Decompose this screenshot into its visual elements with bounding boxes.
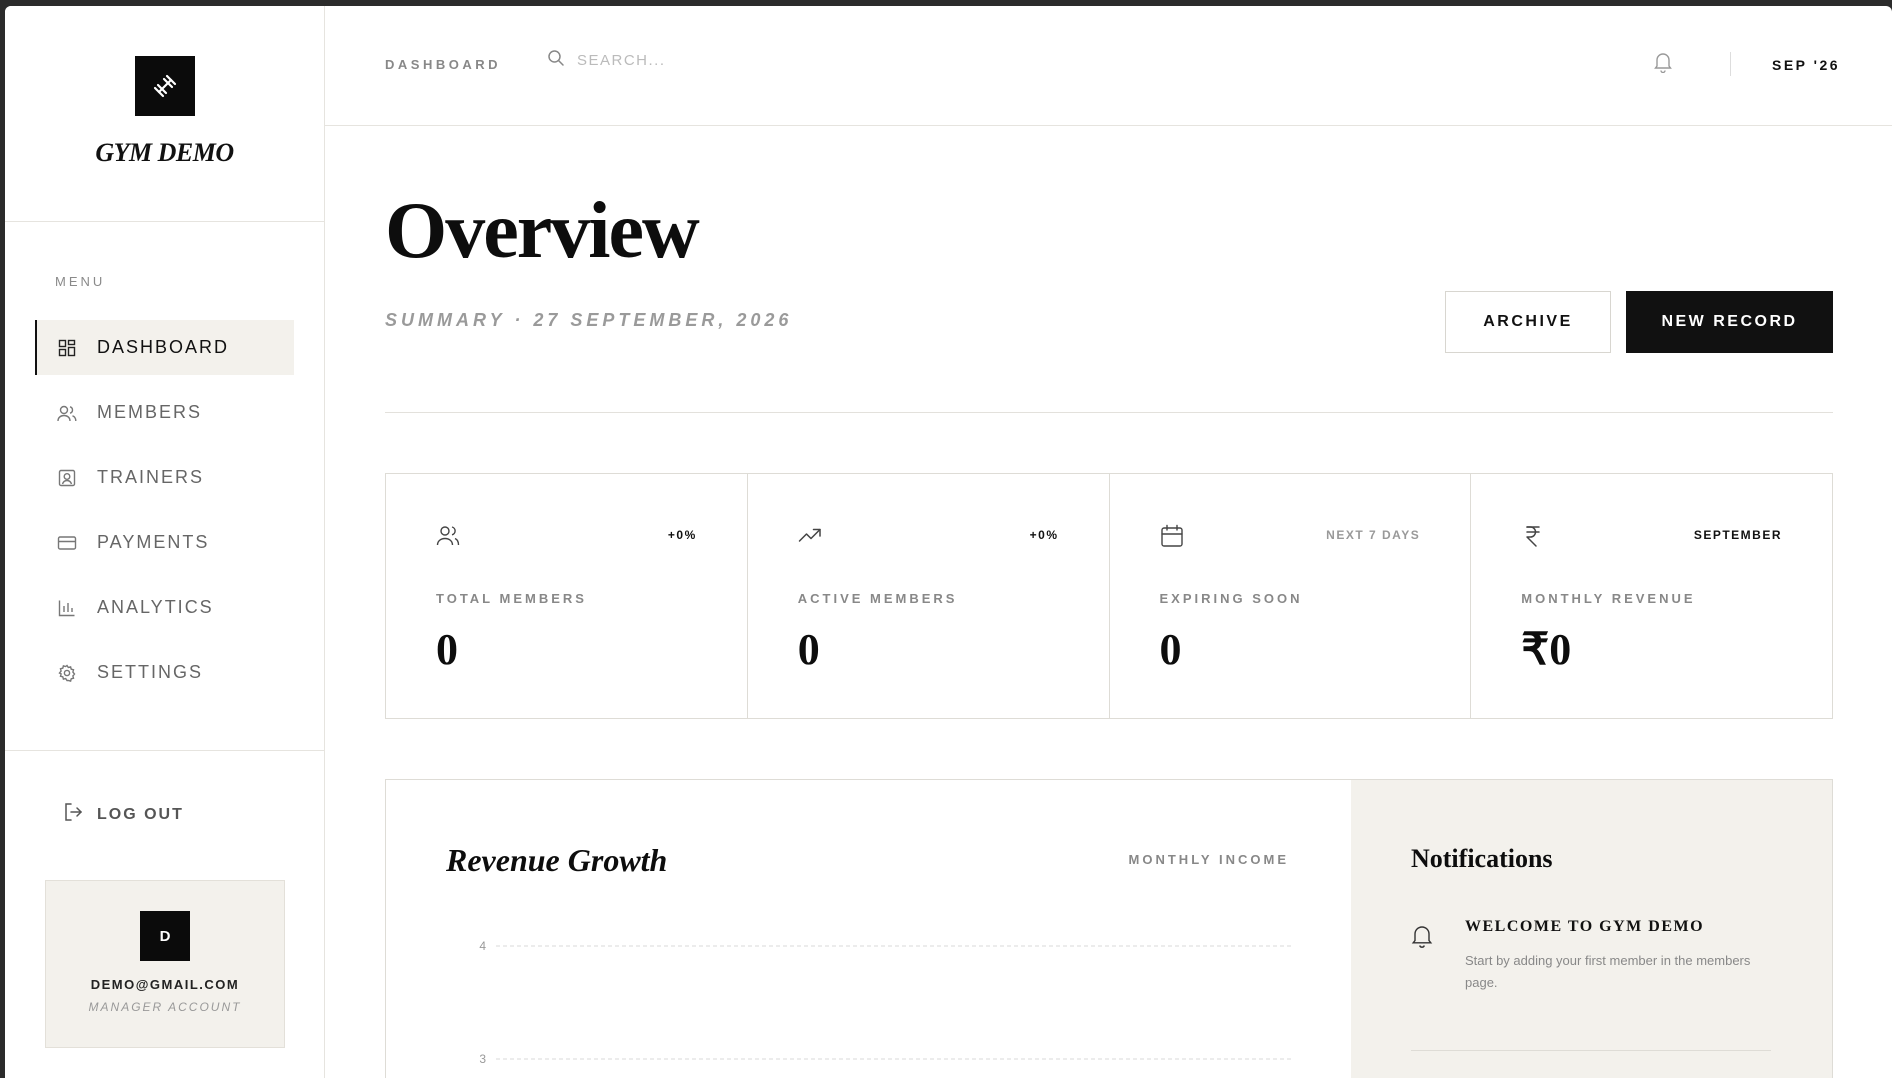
topbar: DASHBOARD SEP '26 xyxy=(325,6,1892,126)
page-title: Overview xyxy=(385,187,700,275)
logout-icon xyxy=(63,802,83,827)
stat-value: 0 xyxy=(436,625,458,674)
logout-label: LOG OUT xyxy=(97,805,184,823)
stat-card-expiring-soon: NEXT 7 DAYS EXPIRING SOON 0 xyxy=(1110,474,1472,718)
sidebar-item-payments[interactable]: PAYMENTS xyxy=(35,515,294,570)
bell-icon xyxy=(1411,924,1433,953)
brand: GYM DEMO xyxy=(5,6,324,222)
brand-name: GYM DEMO xyxy=(95,138,234,167)
chart-subtitle: MONTHLY INCOME xyxy=(1128,852,1289,867)
stat-label: ACTIVE MEMBERS xyxy=(797,591,958,606)
stat-label: TOTAL MEMBERS xyxy=(436,591,587,606)
account-role: MANAGER ACCOUNT xyxy=(88,1000,242,1014)
sidebar-nav: DASHBOARD MEMBERS TRAINERS PAYMENTS ANAL… xyxy=(35,320,294,710)
credit-card-icon xyxy=(57,533,77,553)
chart-title: Revenue Growth xyxy=(446,842,668,878)
sidebar-item-label: TRAINERS xyxy=(97,467,205,487)
users-icon xyxy=(436,524,460,548)
archive-button[interactable]: ARCHIVE xyxy=(1445,291,1611,353)
stat-value: 0 xyxy=(797,625,820,674)
sidebar-item-dashboard[interactable]: DASHBOARD xyxy=(35,320,294,375)
id-badge-icon xyxy=(57,468,77,488)
search-icon xyxy=(547,49,565,72)
chart-canvas: 43 xyxy=(479,939,1291,1066)
stat-badge: +0% xyxy=(1029,528,1059,542)
sidebar-item-label: DASHBOARD xyxy=(97,337,230,357)
sidebar-divider xyxy=(5,750,325,751)
stat-card-monthly-revenue: SEPTEMBER MONTHLY REVENUE ₹0 xyxy=(1471,474,1832,718)
users-icon xyxy=(57,403,77,423)
bottom-panel: 43 Revenue Growth MONTHLY INCOME Notific… xyxy=(385,779,1833,1078)
notifications-title: Notifications xyxy=(1411,844,1553,873)
sidebar-item-settings[interactable]: SETTINGS xyxy=(35,645,294,700)
trending-up-icon xyxy=(798,524,822,548)
new-record-button[interactable]: NEW RECORD xyxy=(1626,291,1833,353)
sidebar-item-label: ANALYTICS xyxy=(97,597,214,617)
account-email: DEMO@GMAIL.COM xyxy=(90,977,240,992)
section-divider xyxy=(385,412,1833,413)
stat-label: MONTHLY REVENUE xyxy=(1521,591,1696,606)
calendar-icon xyxy=(1160,524,1184,548)
notification-body: Start by adding your first member in the… xyxy=(1465,953,1751,990)
gear-icon xyxy=(57,663,77,683)
topbar-divider xyxy=(1730,52,1731,76)
stat-value: 0 xyxy=(1159,625,1182,674)
search-bar xyxy=(547,49,817,72)
sidebar-item-label: SETTINGS xyxy=(97,662,204,682)
account-card[interactable]: D DEMO@GMAIL.COM MANAGER ACCOUNT xyxy=(45,880,285,1048)
search-input[interactable] xyxy=(577,52,817,69)
stat-value: ₹0 xyxy=(1521,625,1572,674)
stat-badge: NEXT 7 DAYS xyxy=(1326,528,1421,542)
sidebar-item-analytics[interactable]: ANALYTICS xyxy=(35,580,294,635)
stat-card-active-members: +0% ACTIVE MEMBERS 0 xyxy=(748,474,1110,718)
dashboard-icon xyxy=(57,338,77,358)
bar-chart-icon xyxy=(57,598,77,618)
stat-badge: SEPTEMBER xyxy=(1693,528,1782,542)
sidebar-item-members[interactable]: MEMBERS xyxy=(35,385,294,440)
stat-card-total-members: +0% TOTAL MEMBERS 0 xyxy=(386,474,748,718)
date-chip: SEP '26 xyxy=(1772,57,1841,73)
stat-label: EXPIRING SOON xyxy=(1159,591,1303,606)
sidebar-item-label: MEMBERS xyxy=(97,402,203,422)
stat-badge: +0% xyxy=(667,528,697,542)
rupee-icon xyxy=(1521,524,1545,548)
y-tick-label: 3 xyxy=(479,1052,486,1066)
dumbbell-icon[interactable] xyxy=(134,56,195,116)
notification-title: WELCOME TO GYM DEMO xyxy=(1465,918,1705,935)
notification-divider xyxy=(1411,1050,1771,1051)
page-subtitle: SUMMARY · 27 SEPTEMBER, 2026 xyxy=(385,310,793,330)
sidebar-item-trainers[interactable]: TRAINERS xyxy=(35,450,294,505)
sidebar-item-label: PAYMENTS xyxy=(97,532,210,552)
sidebar: GYM DEMO MENU DASHBOARD MEMBERS TRAINERS… xyxy=(5,6,325,1078)
avatar: D xyxy=(140,911,190,961)
revenue-chart: 43 Revenue Growth MONTHLY INCOME xyxy=(386,780,1351,1078)
breadcrumb: DASHBOARD xyxy=(385,57,501,72)
bell-icon[interactable] xyxy=(1653,51,1673,78)
app-window: GYM DEMO MENU DASHBOARD MEMBERS TRAINERS… xyxy=(5,6,1892,1078)
main-content: Overview SUMMARY · 27 SEPTEMBER, 2026 AR… xyxy=(325,126,1892,1078)
y-tick-label: 4 xyxy=(479,939,486,953)
notifications-panel: Notifications WELCOME TO GYM DEMO Start … xyxy=(1351,780,1832,1078)
stats-row: +0% TOTAL MEMBERS 0 +0% ACTIVE MEMBERS 0 xyxy=(385,473,1833,719)
menu-label: MENU xyxy=(55,274,106,289)
logout-button[interactable]: LOG OUT xyxy=(63,802,184,827)
